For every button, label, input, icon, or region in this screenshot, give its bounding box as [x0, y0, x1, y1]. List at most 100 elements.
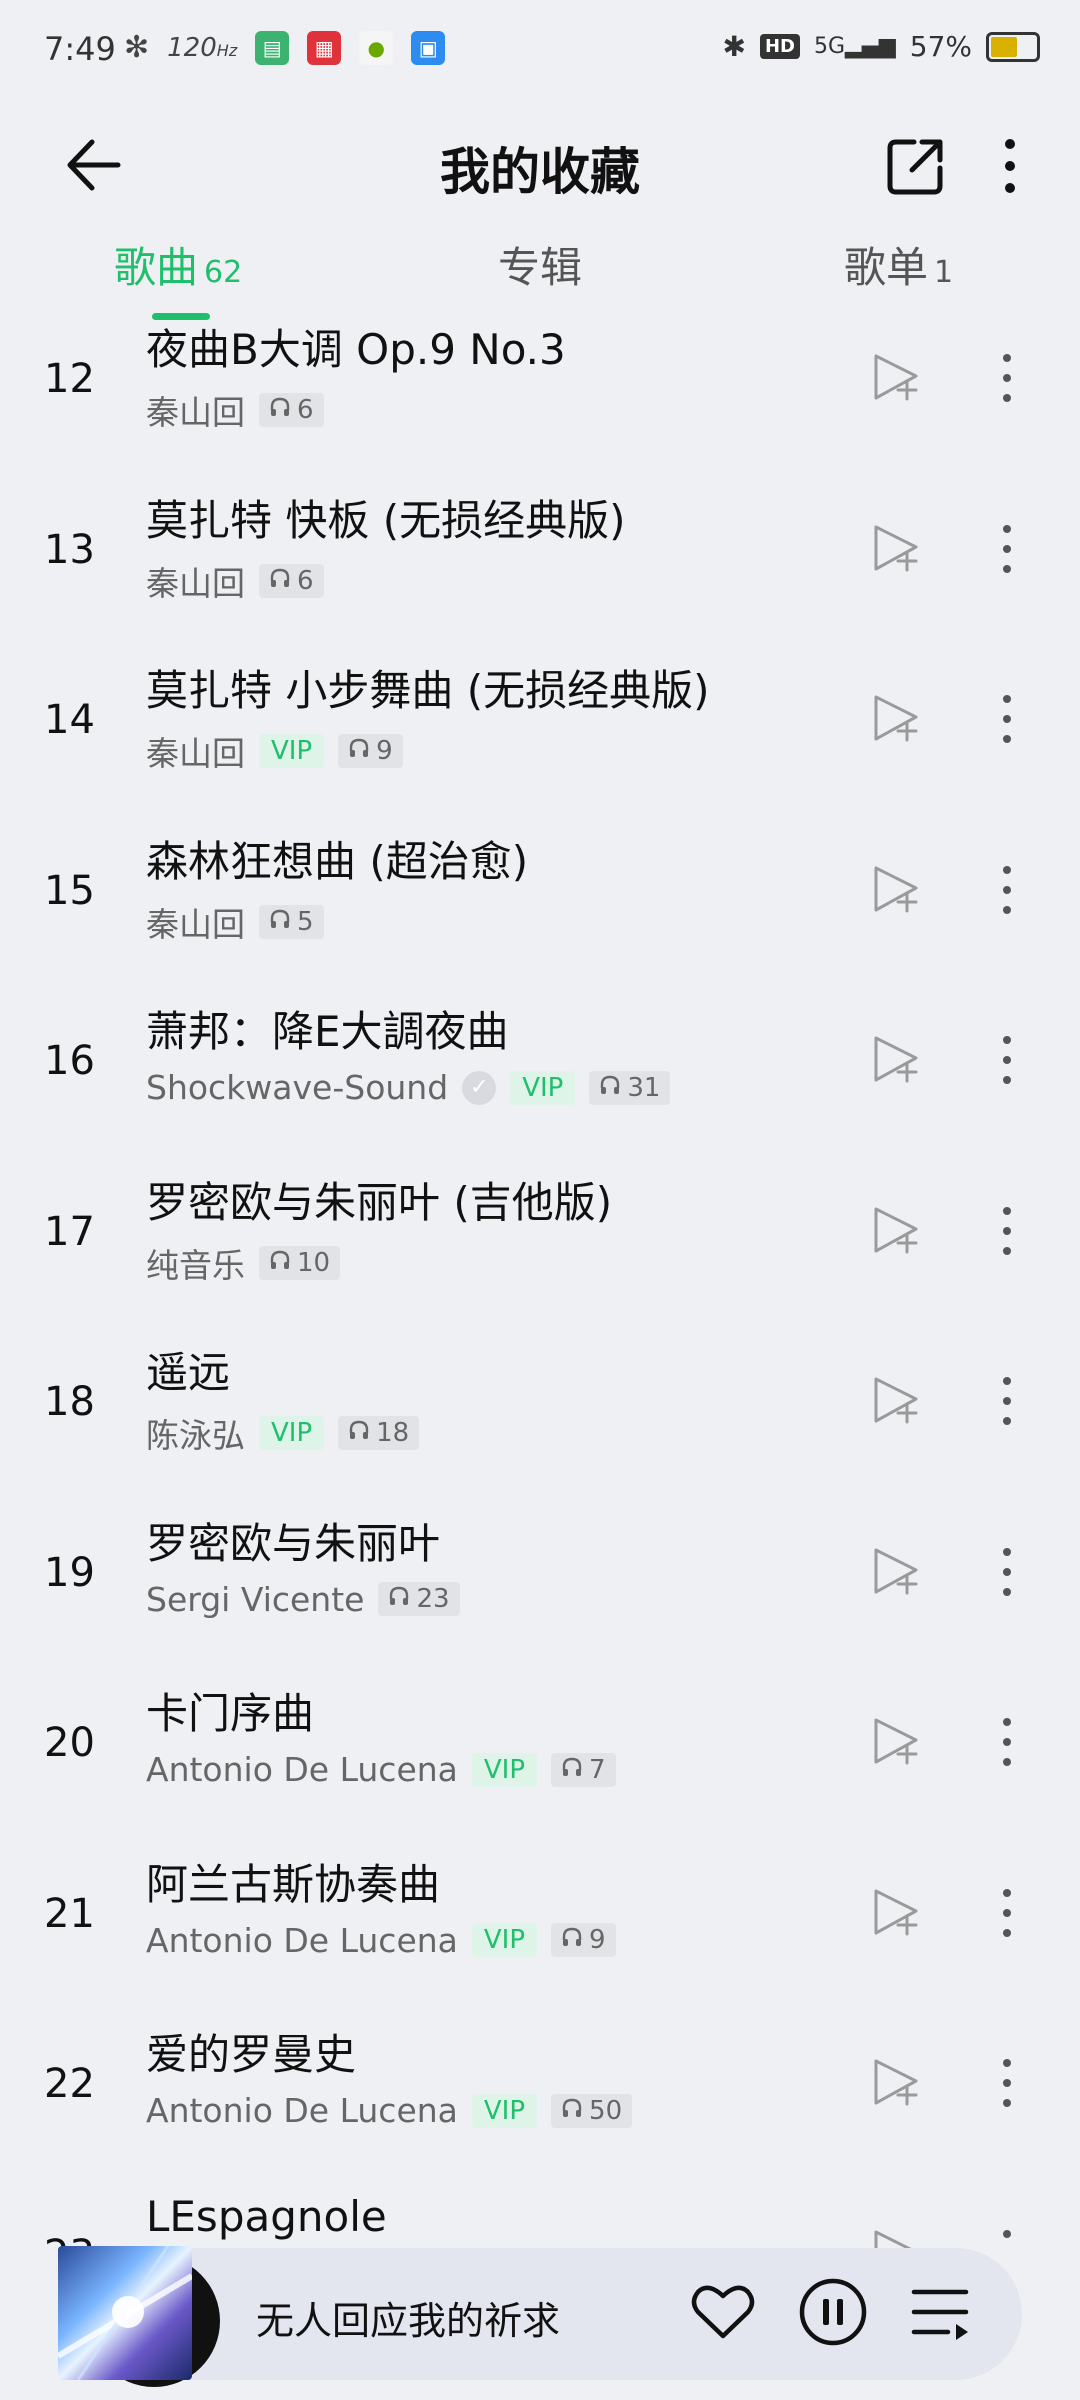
- song-row[interactable]: 14 莫扎特 小步舞曲 (无损经典版) 秦山回 VIP 9: [0, 659, 1080, 829]
- add-to-playlist-icon: [874, 866, 918, 912]
- add-to-playlist-button[interactable]: [868, 691, 924, 747]
- play-count-badge: 10: [259, 1245, 341, 1280]
- add-to-playlist-button[interactable]: [868, 1885, 924, 1941]
- playlist-icon: [911, 2289, 969, 2340]
- play-count: 23: [416, 1584, 450, 1614]
- song-row[interactable]: 23LEspagnole: [0, 2192, 1080, 2249]
- song-row[interactable]: 20 卡门序曲 Antonio De Lucena VIP 7: [0, 1682, 1080, 1852]
- song-row[interactable]: 21 阿兰古斯协奏曲 Antonio De Lucena VIP 9: [0, 1853, 1080, 2023]
- song-more-button[interactable]: [992, 691, 1022, 747]
- song-artist[interactable]: Sergi Vicente: [146, 1580, 364, 1619]
- song-artist[interactable]: 秦山回: [146, 727, 245, 775]
- add-to-playlist-button[interactable]: [868, 862, 924, 918]
- album-cover[interactable]: [58, 2246, 192, 2380]
- more-vertical-icon: [1005, 139, 1015, 193]
- song-artist[interactable]: 秦山回: [146, 386, 245, 434]
- song-artist[interactable]: Shockwave-Sound: [146, 1068, 448, 1107]
- headphones-icon: [348, 736, 370, 766]
- more-vertical-icon: [1003, 1547, 1011, 1596]
- song-row[interactable]: 17 罗密欧与朱丽叶 (吉他版) 纯音乐 10: [0, 1171, 1080, 1341]
- song-more-button[interactable]: [992, 1032, 1022, 1088]
- play-count: 9: [589, 1925, 606, 1955]
- song-list: 12 夜曲B大调 Op.9 No.3 秦山回 6 13 莫扎特 快板 (无损经典版) 秦山回…: [0, 318, 1080, 2248]
- pause-button[interactable]: [798, 2277, 868, 2347]
- song-row[interactable]: 15 森林狂想曲 (超治愈) 秦山回 5: [0, 830, 1080, 1000]
- add-to-playlist-button[interactable]: [868, 1032, 924, 1088]
- tab-playlists[interactable]: 歌单 1: [844, 234, 953, 295]
- tab-albums[interactable]: 专辑: [498, 234, 582, 295]
- song-more-button[interactable]: [992, 1885, 1022, 1941]
- playlist-queue-button[interactable]: [910, 2284, 972, 2340]
- song-row[interactable]: 12 夜曲B大调 Op.9 No.3 秦山回 6: [0, 318, 1080, 488]
- add-to-playlist-button[interactable]: [868, 1544, 924, 1600]
- song-artist[interactable]: Antonio De Lucena: [146, 1921, 458, 1960]
- tab-songs[interactable]: 歌曲 62: [114, 234, 242, 295]
- add-to-playlist-button[interactable]: [868, 2226, 924, 2248]
- song-artist[interactable]: 秦山回: [146, 557, 245, 605]
- play-count: 9: [376, 736, 393, 766]
- add-to-playlist-icon: [874, 2059, 918, 2106]
- more-vertical-icon: [1003, 2229, 1011, 2238]
- headphones-icon: [599, 1073, 621, 1103]
- play-count: 50: [589, 2095, 623, 2126]
- share-button[interactable]: [880, 130, 952, 202]
- add-to-playlist-icon: [874, 525, 918, 571]
- song-row[interactable]: 13 莫扎特 快板 (无损经典版) 秦山回 6: [0, 489, 1080, 659]
- song-row[interactable]: 22 爱的罗曼史 Antonio De Lucena VIP 50: [0, 2023, 1080, 2193]
- battery-icon: [986, 31, 1040, 62]
- now-playing-title[interactable]: 无人回应我的祈求: [256, 2290, 560, 2345]
- add-to-playlist-icon: [874, 354, 918, 401]
- song-more-button[interactable]: [992, 521, 1022, 577]
- share-icon: [887, 139, 943, 195]
- play-count: 31: [627, 1072, 661, 1103]
- song-more-button[interactable]: [992, 1714, 1022, 1770]
- song-row[interactable]: 18 遥远陈泳弘 VIP 18: [0, 1341, 1080, 1511]
- add-to-playlist-button[interactable]: [868, 1373, 924, 1429]
- vip-badge: VIP: [510, 1070, 576, 1105]
- more-options-button[interactable]: [990, 130, 1030, 202]
- song-more-button[interactable]: [992, 1373, 1022, 1429]
- add-to-playlist-button[interactable]: [868, 1714, 924, 1770]
- add-to-playlist-icon: [874, 1889, 918, 1935]
- hd-badge: HD: [759, 34, 800, 59]
- headphones-icon: [269, 907, 291, 937]
- song-artist[interactable]: Antonio De Lucena: [146, 1750, 458, 1789]
- song-title: 森林狂想曲 (超治愈): [146, 836, 529, 886]
- add-to-playlist-button[interactable]: [868, 521, 924, 577]
- song-more-button[interactable]: [992, 1544, 1022, 1600]
- play-count-badge: 9: [338, 734, 403, 768]
- song-more-button[interactable]: [992, 350, 1022, 406]
- song-more-button[interactable]: [992, 862, 1022, 918]
- song-meta: 陈泳弘 VIP 18: [146, 1409, 420, 1457]
- status-system-icons: ✱ HD 5G▂▄▆ 57%: [722, 30, 1040, 63]
- song-title: 遥远: [146, 1348, 231, 1397]
- song-index: 20: [44, 1720, 95, 1766]
- message-app-icon: ▤: [255, 30, 290, 65]
- add-to-playlist-button[interactable]: [868, 1203, 924, 1259]
- headphones-icon: [269, 395, 291, 425]
- song-title: 阿兰古斯协奏曲: [146, 1859, 441, 1909]
- song-index: 18: [44, 1379, 95, 1425]
- play-count-badge: 9: [551, 1923, 616, 1957]
- more-vertical-icon: [1003, 1377, 1011, 1425]
- song-row[interactable]: 16 萧邦：降E大調夜曲 Shockwave-Sound ✓ VIP 31: [0, 1000, 1080, 1170]
- song-more-button[interactable]: [992, 2226, 1022, 2249]
- status-bar: 7:49 ✻ 120Hz ▤ ▦ ● ▣ ✱ HD 5G▂▄▆ 57%: [0, 0, 1080, 100]
- favorite-button[interactable]: [690, 2280, 756, 2344]
- add-to-playlist-button[interactable]: [868, 350, 924, 406]
- song-title: 夜曲B大调 Op.9 No.3: [146, 325, 566, 374]
- song-more-button[interactable]: [992, 1203, 1022, 1259]
- song-artist[interactable]: 陈泳弘: [146, 1409, 245, 1457]
- play-count-badge: 6: [259, 393, 324, 427]
- play-count: 7: [589, 1754, 606, 1785]
- fan-icon: ✻: [124, 30, 150, 65]
- headphones-icon: [561, 1755, 583, 1785]
- headphones-icon: [388, 1584, 410, 1614]
- song-more-button[interactable]: [992, 2055, 1022, 2111]
- song-artist[interactable]: 纯音乐: [146, 1239, 245, 1287]
- add-to-playlist-button[interactable]: [868, 2055, 924, 2111]
- song-row[interactable]: 19 罗密欧与朱丽叶 Sergi Vicente 23: [0, 1512, 1080, 1682]
- song-artist[interactable]: 秦山回: [146, 898, 245, 946]
- song-artist[interactable]: Antonio De Lucena: [146, 2091, 458, 2130]
- song-index: 19: [44, 1549, 95, 1596]
